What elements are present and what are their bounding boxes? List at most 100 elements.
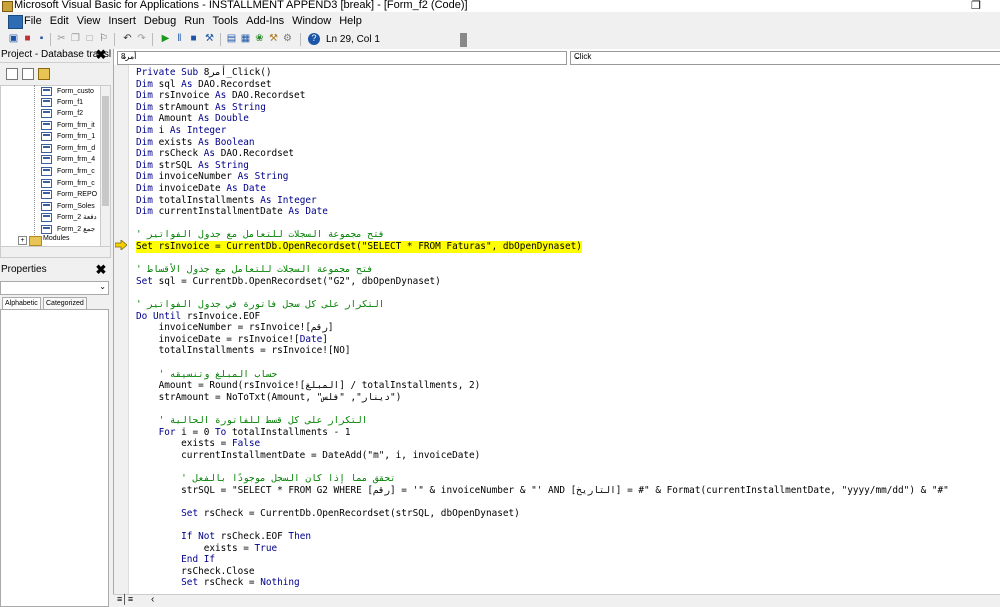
code-line[interactable]: invoiceNumber = rsInvoice![رقم] [136, 322, 334, 334]
code-line[interactable]: currentInstallmentDate = DateAdd("m", i,… [136, 450, 480, 462]
copy-icon[interactable]: ❐ [70, 33, 81, 44]
code-line[interactable]: rsCheck.Close [136, 566, 254, 578]
chevron-down-icon: ⌄ [121, 52, 128, 61]
form-module-icon [41, 87, 52, 96]
code-line[interactable]: End If [136, 554, 215, 566]
code-line[interactable]: strAmount = NoToTxt(Amount, "دينار", "فل… [136, 392, 402, 404]
code-margin[interactable] [114, 65, 129, 595]
code-window-statusbar: ≡│≡ ‹ [113, 594, 1000, 606]
help-icon[interactable]: ? [308, 33, 320, 45]
properties-title: Properties [1, 264, 47, 275]
toolbar-options-icon[interactable]: ⚙ [282, 33, 293, 44]
menu-help[interactable]: Help [339, 15, 362, 27]
current-execution-line[interactable]: Set rsInvoice = CurrentDb.OpenRecordset(… [136, 241, 582, 253]
scroll-thumb[interactable] [102, 96, 109, 206]
scroll-left-icon[interactable]: ‹ [151, 594, 154, 605]
project-explorer-icon[interactable]: ▤ [226, 33, 237, 44]
design-mode-icon[interactable]: ⚒ [204, 33, 215, 44]
object-browser-icon[interactable]: ❀ [254, 33, 265, 44]
code-line[interactable]: Dim strAmount As String [136, 102, 266, 114]
menu-insert[interactable]: Insert [108, 15, 136, 27]
form-module-icon [41, 225, 52, 234]
code-editor[interactable]: Private Sub أمر8_Click() Dim sql As DAO.R… [129, 65, 1000, 592]
tab-alphabetic[interactable]: Alphabetic [2, 297, 41, 309]
code-line[interactable]: Amount = Round(rsInvoice![المبلغ] / tota… [136, 380, 481, 392]
form-module-icon [41, 121, 52, 130]
tab-categorized[interactable]: Categorized [43, 297, 87, 309]
break-icon[interactable]: ‖ [174, 33, 185, 44]
view-access-icon[interactable]: ▣ [8, 33, 19, 44]
code-line[interactable]: Set rsCheck = Nothing [136, 577, 300, 589]
code-line[interactable]: Dim strSQL As String [136, 160, 249, 172]
project-explorer-header: Project - Database transl ✖ [0, 48, 111, 63]
code-comment-line[interactable]: ' فتح مجموعة السجلات للتعامل مع جدول الف… [136, 229, 384, 241]
code-line[interactable]: strSQL = "SELECT * FROM G2 WHERE [رقم] =… [136, 485, 949, 497]
undo-icon[interactable]: ↶ [122, 33, 133, 44]
expand-icon[interactable]: + [18, 236, 27, 245]
code-line[interactable]: Dim exists As Boolean [136, 137, 255, 149]
menu-tools[interactable]: Tools [212, 15, 238, 27]
form-module-icon [41, 202, 52, 211]
menu-debug[interactable]: Debug [144, 15, 176, 27]
toggle-folders-icon[interactable] [38, 68, 50, 80]
view-code-icon[interactable] [6, 68, 18, 80]
properties-grid[interactable] [0, 309, 109, 607]
close-icon[interactable]: ✖ [95, 48, 107, 61]
view-mode-icon[interactable]: ≡│≡ [117, 594, 133, 604]
code-line[interactable]: Set rsCheck = CurrentDb.OpenRecordset(st… [136, 508, 520, 520]
object-combo[interactable]: أمر8 ⌄ [117, 51, 567, 65]
code-comment-line[interactable]: ' التكرار على كل سجل فاتورة في جدول الفو… [136, 299, 384, 311]
code-line[interactable]: Dim invoiceDate As Date [136, 183, 266, 195]
code-line[interactable]: exists = True [136, 543, 277, 555]
code-line[interactable]: Dim sql As DAO.Recordset [136, 79, 272, 91]
standard-toolbar: ▣ ■ ▪ ✂ ❐ □ ⚐ ↶ ↷ ▶ ‖ ■ ⚒ ▤ ▦ ❀ ⚒ ⚙ ? Ln… [0, 31, 470, 48]
code-comment-line[interactable]: ' فتح مجموعة السجلات للتعامل مع جدول الأ… [136, 264, 373, 276]
view-object-icon[interactable] [22, 68, 34, 80]
code-line[interactable]: exists = False [136, 438, 260, 450]
cut-icon[interactable]: ✂ [56, 33, 67, 44]
form-module-icon [41, 109, 52, 118]
save-icon[interactable]: ▪ [36, 33, 47, 44]
menu-add-ins[interactable]: Add-Ins [246, 15, 284, 27]
close-icon[interactable]: ✖ [95, 263, 107, 276]
project-tree-scrollbar[interactable] [100, 85, 111, 247]
code-line[interactable]: Dim currentInstallmentDate As Date [136, 206, 328, 218]
menu-view[interactable]: View [77, 15, 101, 27]
insert-module-icon[interactable]: ■ [22, 33, 33, 44]
toolbox-icon[interactable]: ⚒ [268, 33, 279, 44]
code-comment-line[interactable]: ' حساب المبلغ وتنسيقه [136, 369, 278, 381]
vba-menu-icon[interactable] [8, 15, 23, 29]
code-line[interactable]: Dim Amount As Double [136, 113, 249, 125]
reset-icon[interactable]: ■ [188, 33, 199, 44]
code-line[interactable]: Dim rsInvoice As DAO.Recordset [136, 90, 305, 102]
code-line[interactable]: Dim totalInstallments As Integer [136, 195, 317, 207]
code-line[interactable]: Dim invoiceNumber As String [136, 171, 288, 183]
code-line[interactable]: For i = 0 To totalInstallments - 1 [136, 427, 351, 439]
toolbar-grip[interactable] [460, 33, 467, 47]
code-comment-line[interactable]: ' تحقق مما إذا كان السجل موجودًا بالفعل [136, 473, 396, 485]
menu-window[interactable]: Window [292, 15, 331, 27]
procedure-combo[interactable]: Click ⌄ [570, 51, 1000, 65]
code-line[interactable]: totalInstallments = rsInvoice![NO] [136, 345, 351, 357]
menu-edit[interactable]: Edit [50, 15, 69, 27]
form-module-icon [41, 190, 52, 199]
code-comment-line[interactable]: ' التكرار على كل قسط للفاتورة الحالية [136, 415, 368, 427]
run-icon[interactable]: ▶ [160, 33, 171, 44]
code-line[interactable]: Dim rsCheck As DAO.Recordset [136, 148, 294, 160]
code-line[interactable]: Private Sub أمر8_Click() [136, 67, 272, 79]
code-line[interactable]: Do Until rsInvoice.EOF [136, 311, 260, 323]
form-module-icon [41, 144, 52, 153]
code-line[interactable]: Set sql = CurrentDb.OpenRecordset("G2", … [136, 276, 441, 288]
project-tree-hscrollbar[interactable] [0, 246, 111, 258]
restore-icon[interactable]: ❐ [971, 0, 981, 12]
paste-icon[interactable]: □ [84, 33, 95, 44]
find-icon[interactable]: ⚐ [98, 33, 109, 44]
menu-file[interactable]: File [24, 15, 42, 27]
properties-object-select[interactable]: ⌄ [0, 281, 109, 295]
code-line[interactable]: Dim i As Integer [136, 125, 226, 137]
redo-icon[interactable]: ↷ [136, 33, 147, 44]
code-line[interactable]: If Not rsCheck.EOF Then [136, 531, 311, 543]
menu-run[interactable]: Run [184, 15, 204, 27]
code-line[interactable]: invoiceDate = rsInvoice![Date] [136, 334, 328, 346]
properties-window-icon[interactable]: ▦ [240, 33, 251, 44]
